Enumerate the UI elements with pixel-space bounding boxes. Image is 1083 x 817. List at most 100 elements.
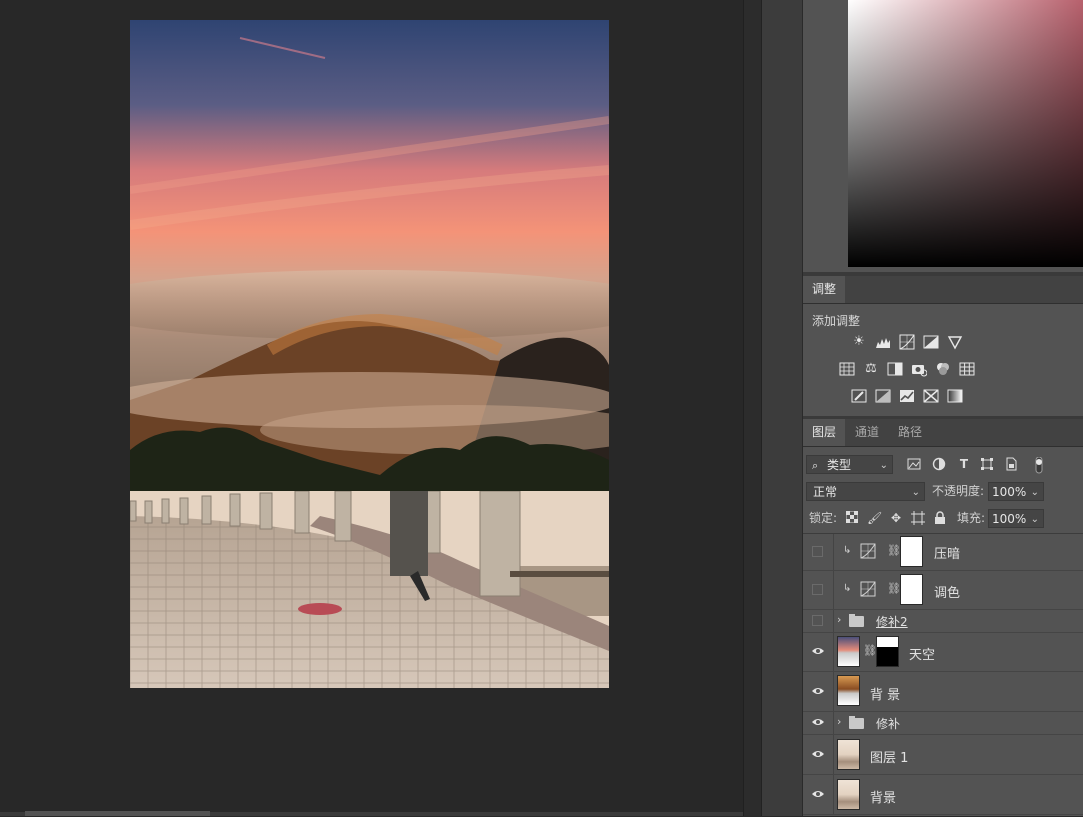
layer-group-patch-2[interactable]: › 修补2 — [803, 610, 1083, 633]
mask-link-icon[interactable]: ⛓ — [887, 544, 901, 557]
curves-adjustment-icon — [860, 543, 876, 559]
filter-type-icon[interactable]: T — [957, 457, 971, 471]
photo-filter-icon[interactable] — [911, 361, 928, 377]
black-white-icon[interactable] — [887, 361, 903, 377]
layer-thumbnail[interactable] — [837, 779, 860, 810]
filter-smart-object-icon[interactable] — [1004, 457, 1018, 471]
channel-mixer-icon[interactable] — [935, 361, 951, 377]
tab-layers[interactable]: 图层 — [803, 419, 846, 446]
blend-mode-select[interactable]: 正常 ⌄ — [806, 482, 925, 501]
layer-name[interactable]: 调色 — [934, 582, 960, 601]
layer-name[interactable]: 天空 — [909, 644, 935, 663]
color-lookup-icon[interactable] — [959, 361, 975, 377]
gradient-map-icon[interactable] — [947, 388, 963, 404]
selective-color-icon[interactable] — [923, 388, 939, 404]
mask-link-icon[interactable]: ⛓ — [887, 582, 901, 595]
folder-icon — [849, 716, 864, 729]
visibility-column — [833, 633, 834, 671]
chevron-right-icon[interactable]: › — [837, 715, 841, 728]
search-icon: ⌕ — [812, 459, 819, 472]
opacity-input[interactable]: 100% ⌄ — [988, 482, 1044, 501]
layer-group-patch[interactable]: › 修补 — [803, 712, 1083, 735]
layer-name[interactable]: 图层 1 — [870, 747, 908, 766]
opacity-value: 100% — [992, 485, 1027, 499]
filter-adjustment-icon[interactable] — [932, 457, 946, 471]
filter-shape-icon[interactable] — [980, 457, 994, 471]
layer-row-layer-1[interactable]: 图层 1 — [803, 735, 1083, 775]
filter-toggle-icon[interactable] — [1032, 456, 1046, 474]
adjustments-panel: 添加调整 ☀ ⚖ — [803, 304, 1083, 416]
layer-name[interactable]: 背 景 — [870, 684, 900, 703]
layer-name[interactable]: 压暗 — [934, 543, 960, 562]
document-tab[interactable] — [25, 811, 210, 816]
layer-row-sky[interactable]: ⛓ 天空 — [803, 633, 1083, 672]
layers-tabbar: 图层 通道 路径 — [803, 419, 1083, 447]
layer-name[interactable]: 修补2 — [876, 613, 908, 630]
chevron-down-icon: ⌄ — [879, 460, 888, 471]
fill-value: 100% — [992, 512, 1027, 526]
lock-position-icon[interactable]: ✥ — [889, 511, 903, 525]
threshold-icon[interactable] — [899, 388, 915, 404]
lock-transparent-pixels-icon[interactable] — [845, 510, 859, 525]
eye-icon[interactable] — [810, 684, 826, 700]
layers-panel: ⌕ 类型 ⌄ T 正常 ⌄ 不透明度: 100% ⌄ 锁定: 🖌 ✥ 填充: 1… — [803, 447, 1083, 816]
eye-icon[interactable] — [810, 644, 826, 660]
folder-icon — [849, 614, 864, 627]
mask-link-icon[interactable]: ⛓ — [863, 644, 877, 657]
clipping-arrow-icon: ↳ — [843, 583, 852, 594]
layer-thumbnail[interactable] — [837, 675, 860, 706]
filter-pixel-icon[interactable] — [907, 457, 921, 471]
visibility-column — [833, 735, 834, 774]
layer-name[interactable]: 背景 — [870, 787, 896, 806]
layer-mask-thumbnail[interactable] — [876, 636, 899, 667]
layer-row-background[interactable]: 背景 — [803, 775, 1083, 815]
layer-row-color-grade[interactable]: ↳ ⛓ 调色 — [803, 571, 1083, 610]
eye-icon[interactable] — [810, 715, 826, 731]
exposure-icon[interactable] — [923, 334, 939, 350]
vibrance-icon[interactable] — [947, 334, 963, 350]
chevron-right-icon[interactable]: › — [837, 613, 841, 626]
visibility-toggle-off[interactable] — [812, 615, 823, 626]
fill-label: 填充: — [957, 511, 986, 525]
brightness-contrast-icon[interactable]: ☀ — [851, 334, 867, 350]
eye-icon[interactable] — [810, 787, 826, 803]
curves-icon[interactable] — [899, 334, 915, 350]
layer-row-darken[interactable]: ↳ ⛓ 压暗 — [803, 534, 1083, 571]
chevron-down-icon: ⌄ — [1030, 487, 1039, 498]
opacity-label: 不透明度: — [932, 484, 985, 498]
posterize-icon[interactable] — [875, 388, 891, 404]
tab-adjustments[interactable]: 调整 — [803, 276, 846, 303]
lock-image-pixels-icon[interactable]: 🖌 — [867, 511, 882, 525]
visibility-toggle-off[interactable] — [812, 546, 823, 557]
hue-saturation-icon[interactable] — [839, 361, 855, 377]
tab-paths[interactable]: 路径 — [889, 419, 931, 446]
lock-artboard-icon[interactable] — [911, 511, 925, 525]
document-image[interactable] — [130, 20, 609, 688]
layer-mask-thumbnail[interactable] — [900, 574, 923, 605]
document-canvas-area[interactable] — [0, 0, 743, 816]
tab-channels[interactable]: 通道 — [846, 419, 888, 446]
lock-label: 锁定: — [809, 511, 838, 525]
chevron-down-icon: ⌄ — [911, 487, 920, 498]
invert-icon[interactable] — [851, 388, 867, 404]
layer-list: ↳ ⛓ 压暗 ↳ ⛓ 调色 › 修补2 ⛓ 天空 背 景 › 修补 图层 1 背… — [803, 533, 1083, 817]
layer-name[interactable]: 修补 — [876, 715, 900, 732]
visibility-column — [833, 775, 834, 814]
clipping-arrow-icon: ↳ — [843, 545, 852, 556]
fill-input[interactable]: 100% ⌄ — [988, 509, 1044, 528]
layer-mask-thumbnail[interactable] — [900, 536, 923, 567]
visibility-column — [833, 610, 834, 632]
layer-filter-kind: 类型 — [827, 458, 852, 472]
color-balance-icon[interactable]: ⚖ — [863, 361, 879, 377]
layer-row-background-copy[interactable]: 背 景 — [803, 672, 1083, 712]
eye-icon[interactable] — [810, 747, 826, 763]
visibility-toggle-off[interactable] — [812, 584, 823, 595]
lock-all-icon[interactable] — [933, 511, 947, 525]
walkway-photo — [130, 491, 609, 688]
color-field[interactable] — [848, 0, 1083, 267]
layer-thumbnail[interactable] — [837, 739, 860, 770]
layer-filter-select[interactable]: ⌕ 类型 ⌄ — [806, 455, 893, 474]
canvas-scrollbar[interactable] — [743, 0, 762, 816]
levels-icon[interactable] — [875, 334, 891, 350]
layer-thumbnail[interactable] — [837, 636, 860, 667]
